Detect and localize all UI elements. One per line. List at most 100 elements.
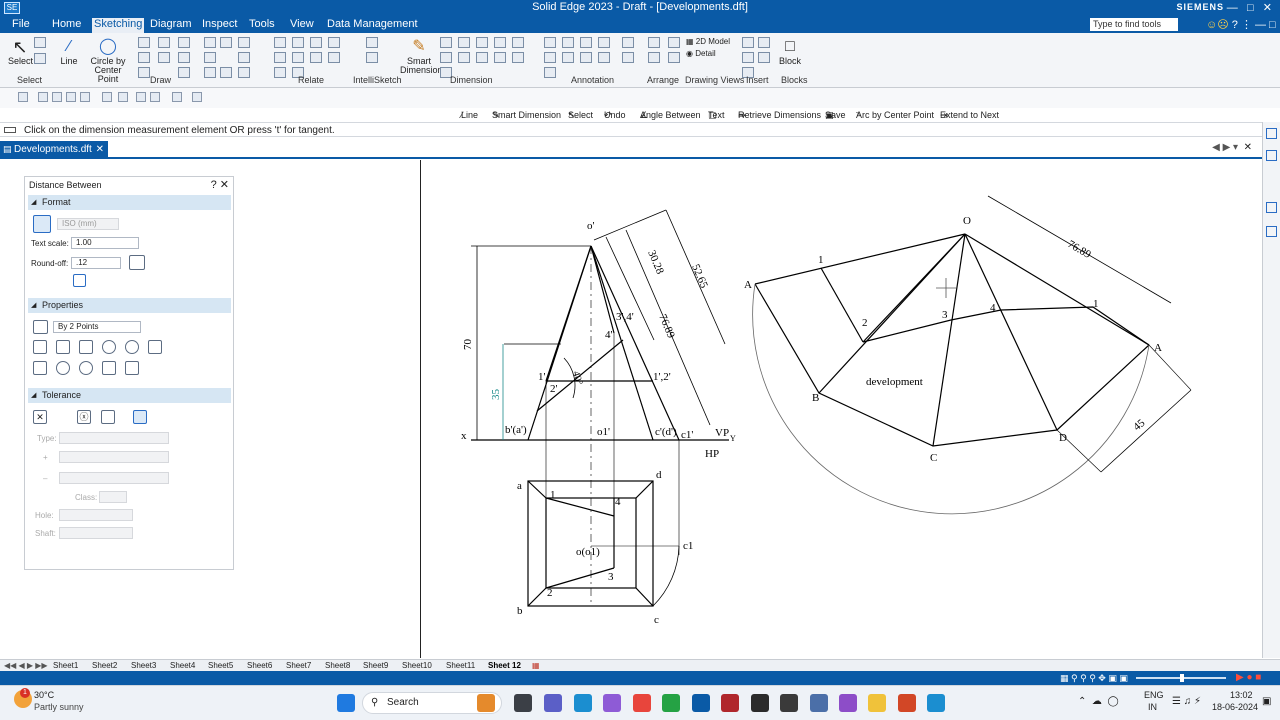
circle-icon[interactable] (79, 361, 93, 375)
drawing-canvas[interactable]: o' 70 35 30.28 52.65 76.89 3',4' 4' 1' 2… (420, 160, 1256, 658)
draw-move-icon[interactable] (178, 52, 190, 63)
dim-symmetric-icon[interactable] (458, 37, 470, 48)
draw-mirror-icon[interactable] (178, 37, 190, 48)
arrange-group-icon[interactable] (668, 37, 680, 48)
smart-dimension-button[interactable]: ✎ Smart Dimension (400, 37, 443, 75)
class-input[interactable] (99, 491, 127, 503)
annotation-callout-icon[interactable] (544, 37, 556, 48)
print-icon[interactable] (102, 92, 112, 102)
sheet-tab-5[interactable]: Sheet5 (208, 661, 233, 670)
sheet-tab-4[interactable]: Sheet4 (170, 661, 195, 670)
tolerance-x-icon[interactable]: ⓧ (77, 410, 91, 424)
insert-object-icon[interactable] (758, 37, 770, 48)
draw-fillet-icon[interactable] (158, 37, 170, 48)
hole-select[interactable] (59, 509, 133, 521)
draw-trim-icon[interactable] (204, 37, 216, 48)
symmetric-diameter-icon[interactable] (148, 340, 162, 354)
draw-fill-icon[interactable] (204, 52, 216, 63)
annotation-center-icon[interactable] (598, 52, 610, 63)
menu-diagram[interactable]: Diagram (148, 18, 194, 30)
edge-icon[interactable] (574, 694, 592, 712)
refresh-icon[interactable] (52, 92, 62, 102)
annotation-surface-icon[interactable] (562, 52, 574, 63)
window-controls[interactable]: — □ ✕ (1227, 1, 1272, 14)
menu-file[interactable]: File (10, 18, 32, 30)
menu-sketching[interactable]: Sketching (92, 18, 145, 33)
model-2d-button[interactable]: ▦ 2D Model (686, 37, 730, 46)
new-file-icon[interactable] (18, 92, 28, 102)
sheet-tab-2[interactable]: Sheet2 (92, 661, 117, 670)
intellisketch-snap-icon[interactable] (366, 52, 378, 63)
close-tab-icon[interactable]: ✕ (96, 141, 104, 158)
redo-icon[interactable] (172, 92, 182, 102)
dim-chamfer-icon[interactable] (458, 52, 470, 63)
line-button[interactable]: ∕ Line (56, 37, 82, 66)
sheet-tab-11[interactable]: Sheet11 (446, 661, 475, 670)
roundoff-select[interactable]: .12 (71, 257, 121, 269)
draw-curve-icon[interactable] (138, 67, 150, 78)
arrange-front-icon[interactable] (648, 37, 660, 48)
annotation-text-icon[interactable] (598, 37, 610, 48)
sheet-nav-icons[interactable]: ◀◀ ◀ ▶ ▶▶ (4, 661, 48, 670)
minimize-icon[interactable]: — (1227, 2, 1238, 14)
app-icon-2[interactable] (780, 694, 798, 712)
maximize-icon[interactable]: □ (1247, 2, 1254, 14)
view-tools-icons[interactable]: ▦ ⚲ ⚲ ⚲ ✥ ▣ ▣ (1060, 673, 1128, 684)
chat-icon[interactable] (544, 694, 562, 712)
chamfer-icon[interactable] (102, 361, 116, 375)
notification-icon[interactable]: ▣ (1262, 696, 1271, 707)
sheet-tab-1[interactable]: Sheet1 (53, 661, 78, 670)
whatsapp-icon[interactable] (662, 694, 680, 712)
menu-view[interactable]: View (288, 18, 316, 30)
clock-date[interactable]: 18-06-2024 (1212, 702, 1258, 712)
no-tolerance-icon[interactable]: ✕ (33, 410, 47, 424)
menu-home[interactable]: Home (50, 18, 83, 30)
menu-data-management[interactable]: Data Management (325, 18, 420, 30)
tolerance-box-icon[interactable] (133, 410, 147, 424)
tool-search-input[interactable]: Type to find tools (1090, 18, 1178, 31)
sheet-tab-6[interactable]: Sheet6 (247, 661, 272, 670)
relate-perpendicular-icon[interactable] (328, 52, 340, 63)
relate-symmetric-icon[interactable] (328, 37, 340, 48)
close-icon[interactable]: ✕ (220, 179, 229, 191)
add-sheet-icon[interactable]: ▦ (532, 661, 540, 670)
clipboard-icon[interactable] (136, 92, 146, 102)
intellisketch-icon[interactable] (366, 37, 378, 48)
draw-split-icon[interactable] (220, 67, 232, 78)
groups-icon[interactable] (1266, 150, 1277, 161)
document-tab[interactable]: ▤ Developments.dft ✕ (0, 141, 108, 159)
network-icons[interactable]: ☰ ♫ ⚡ (1172, 696, 1201, 707)
zoom-slider[interactable] (1136, 674, 1226, 682)
solid-edge-icon[interactable] (692, 694, 710, 712)
sheet-tab-7[interactable]: Sheet7 (286, 661, 311, 670)
panel-controls[interactable]: ? ✕ (211, 178, 229, 191)
chrome-icon[interactable] (633, 694, 651, 712)
annotation-edge-icon[interactable] (580, 37, 592, 48)
insert-image-icon[interactable] (742, 52, 754, 63)
draw-scale-icon[interactable] (238, 37, 250, 48)
points-icon[interactable] (33, 320, 48, 334)
draw-arc-icon[interactable] (138, 52, 150, 63)
tolerance-edit-icon[interactable] (101, 410, 115, 424)
relate-collinear-icon[interactable] (274, 67, 286, 78)
plus-input[interactable] (59, 451, 169, 463)
layers-icon[interactable] (1266, 202, 1277, 213)
text-scale-input[interactable]: 1.00 (71, 237, 139, 249)
drawing-sheet[interactable]: o' 70 35 30.28 52.65 76.89 3',4' 4' 1' 2… (421, 160, 1257, 658)
minus-input[interactable] (59, 472, 169, 484)
circle-center-button[interactable]: ◯ Circle by Center Point (84, 37, 132, 84)
dim-style-icon[interactable] (476, 37, 488, 48)
relate-concentric-icon[interactable] (310, 37, 322, 48)
shaft-select[interactable] (59, 527, 133, 539)
zoom-slider-handle[interactable] (1180, 674, 1184, 682)
insert-symbol-icon[interactable] (758, 52, 770, 63)
train-icon[interactable] (477, 694, 495, 712)
app-icon-4[interactable] (839, 694, 857, 712)
draw-rotate-icon[interactable] (178, 67, 190, 78)
app-icon-5[interactable] (927, 694, 945, 712)
arc-icon[interactable] (56, 361, 70, 375)
annotation-balloon-icon[interactable] (544, 67, 556, 78)
relate-equal-icon[interactable] (292, 52, 304, 63)
select-button[interactable]: ↖ Select (8, 37, 33, 66)
draw-stretch-icon[interactable] (238, 52, 250, 63)
